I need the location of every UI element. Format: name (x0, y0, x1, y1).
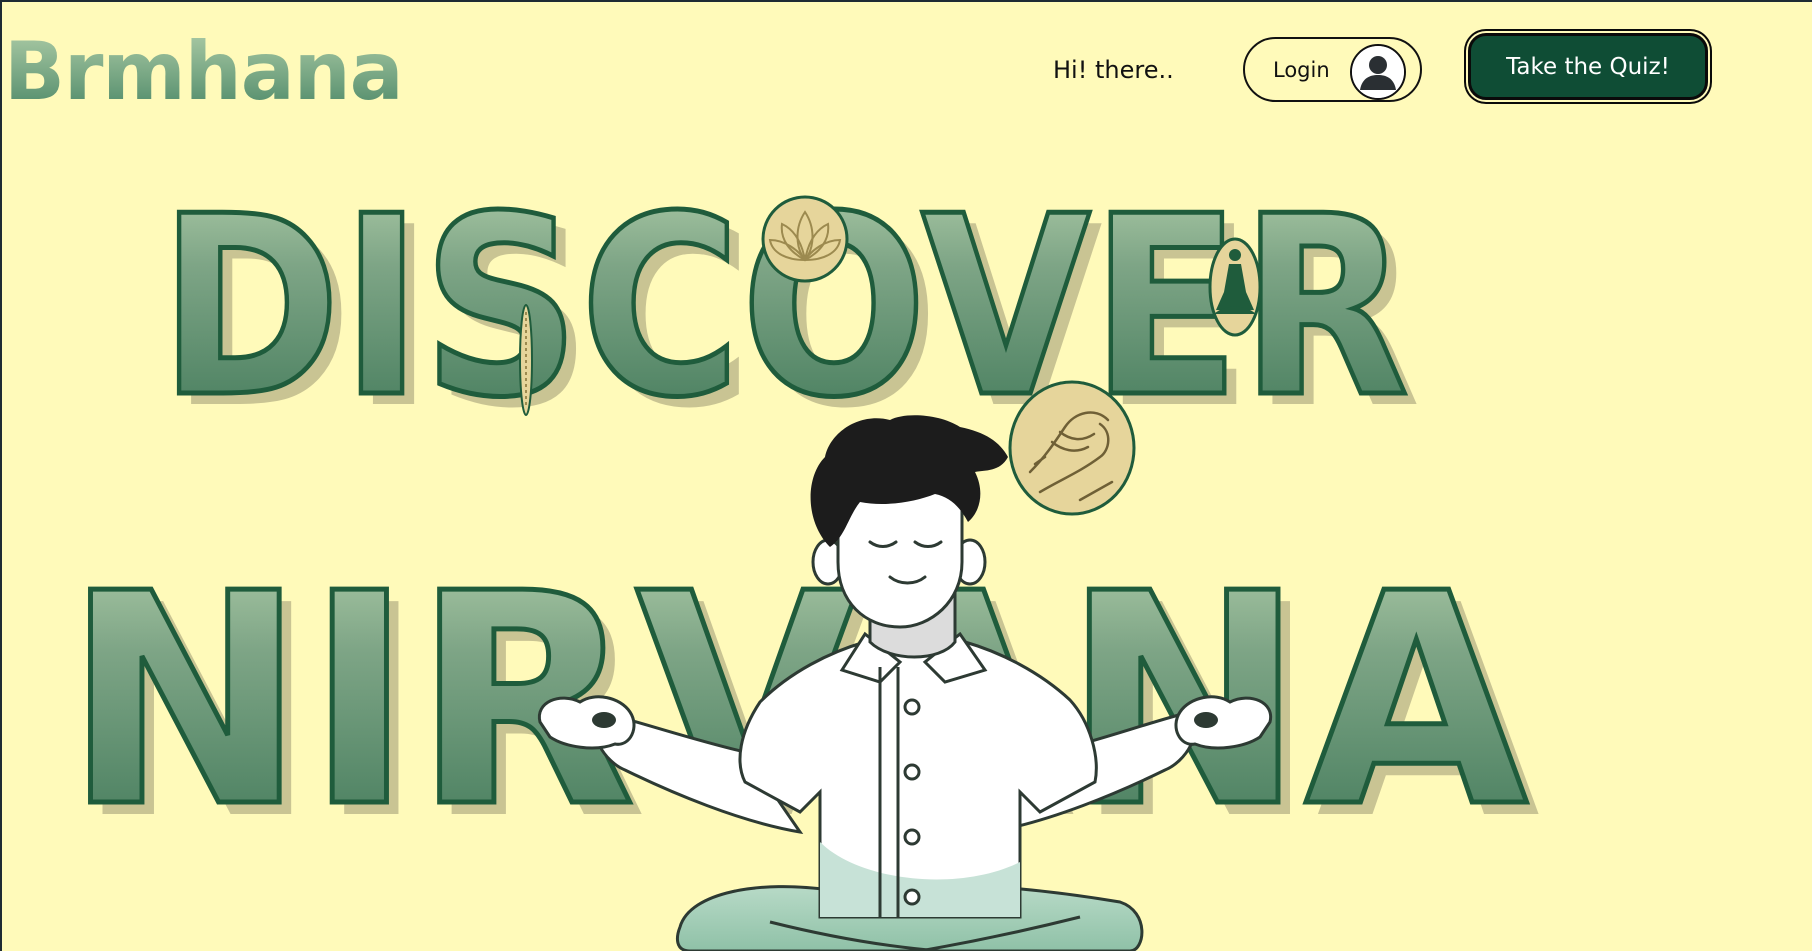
meditation-pose-icon (1208, 237, 1262, 337)
hero-section: DISCOVER DISCOVER NIRVANA NIRVANA (62, 162, 1542, 951)
lotus-icon (761, 195, 849, 283)
handshake-icon (1008, 380, 1136, 516)
rosary-icon (519, 304, 533, 416)
